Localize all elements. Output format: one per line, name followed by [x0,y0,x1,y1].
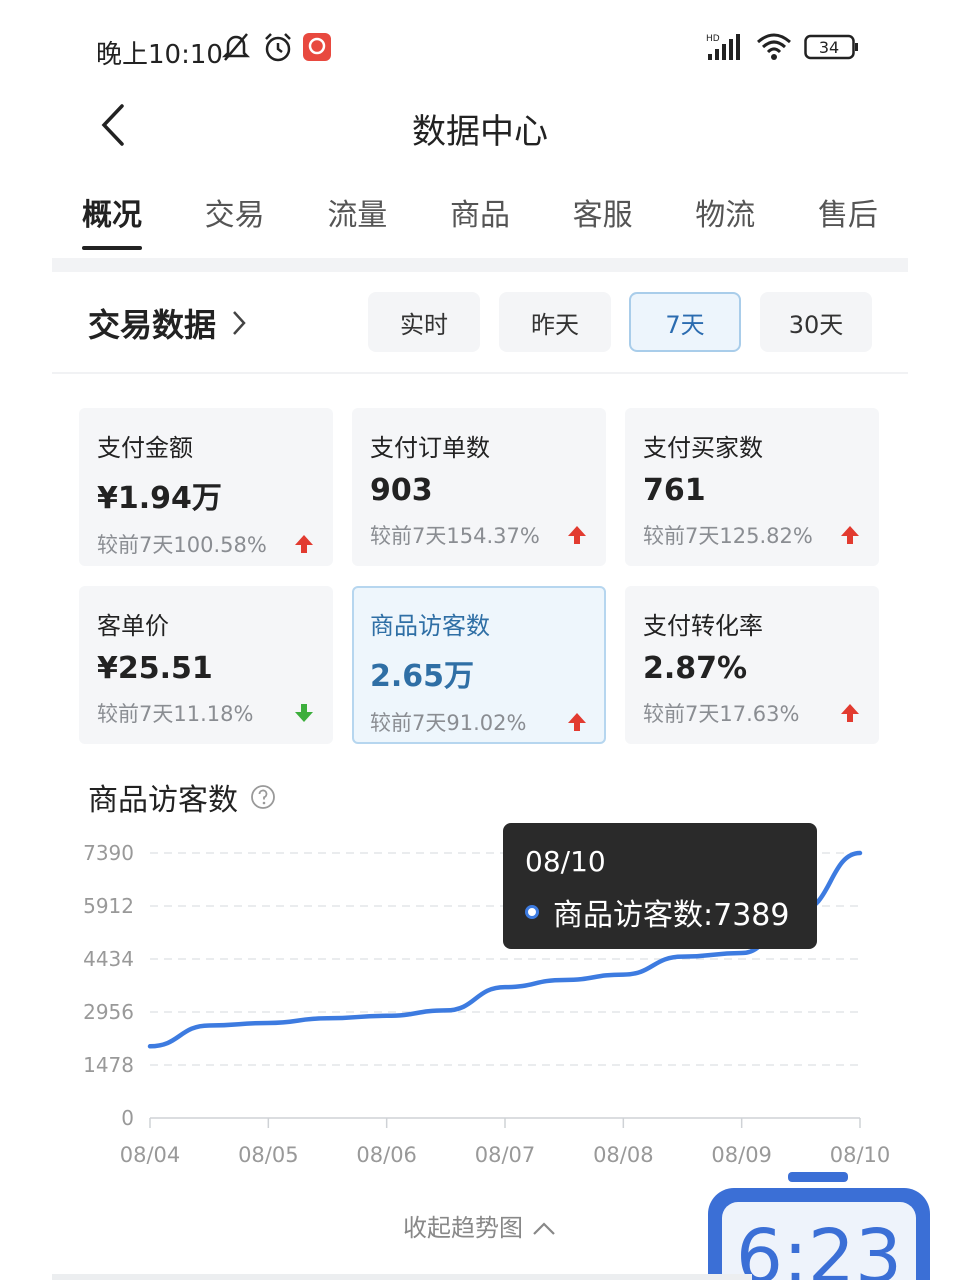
arrow-up-icon [295,535,313,553]
wifi-icon [756,30,792,64]
chart-title: 商品访客数 [88,775,276,819]
y-tick-label: 5912 [83,894,134,918]
x-tick-label: 08/09 [711,1143,772,1167]
divider [52,372,908,374]
metric-value: 2.65万 [370,659,475,694]
metric-label: 支付买家数 [643,434,763,462]
metric-label: 支付转化率 [643,612,763,640]
tab-traffic[interactable]: 流量 [327,190,387,250]
x-tick-label: 08/04 [120,1143,181,1167]
timer-widget[interactable]: 6:23 [700,1170,940,1280]
chart-title-text: 商品访客数 [88,783,238,818]
section-title: 交易数据 [88,306,217,344]
y-tick-label: 7390 [83,841,134,865]
y-tick-label: 4434 [83,947,134,971]
x-tick-label: 08/10 [830,1143,891,1167]
mute-bell-icon [222,30,250,64]
tab-bar: 概况 交易 流量 商品 客服 物流 售后 [52,190,908,260]
range-30days-button[interactable]: 30天 [760,292,872,352]
help-icon[interactable] [250,784,276,810]
arrow-up-icon [568,526,586,544]
tab-products[interactable]: 商品 [450,190,510,250]
metric-card-pay-buyers[interactable]: 支付买家数 761 较前7天125.82% [625,408,879,566]
tooltip-date: 08/10 [525,845,606,878]
alarm-icon [262,30,294,64]
tab-overview[interactable]: 概况 [82,190,142,250]
y-tick-label: 0 [121,1106,134,1130]
page-title: 数据中心 [412,112,548,152]
x-tick-label: 08/07 [475,1143,536,1167]
tab-after-sales[interactable]: 售后 [818,190,878,250]
y-tick-label: 2956 [83,1000,134,1024]
metric-label: 客单价 [97,612,169,640]
metric-compare: 较前7天91.02% [370,711,527,735]
metric-value: ¥1.94万 [97,481,222,516]
trade-data-link[interactable]: 交易数据 [88,300,248,346]
metric-card-product-visitors[interactable]: 商品访客数 2.65万较前7天91.02% [352,586,606,744]
series-dot-icon [525,905,539,919]
metric-value: 761 [643,473,706,508]
metric-compare: 较前7天154.37% [370,524,540,548]
metric-compare: 较前7天11.18% [97,702,254,726]
arrow-down-icon [295,704,313,722]
tab-trade[interactable]: 交易 [205,190,265,250]
x-tick-label: 08/05 [238,1143,299,1167]
tab-logistics[interactable]: 物流 [695,190,755,250]
tooltip-value: 商品访客数:7389 [553,898,790,933]
metric-value: ¥25.51 [97,651,213,686]
metric-card-avg-order-value[interactable]: 客单价 ¥25.51 较前7天11.18% [79,586,333,744]
metric-label: 支付订单数 [370,434,490,462]
range-yesterday-button[interactable]: 昨天 [499,292,611,352]
metric-compare: 较前7天125.82% [643,524,813,548]
section-separator [52,258,908,272]
metric-value: 2.87% [643,651,748,686]
status-time: 晚上10:10 [96,40,223,70]
chevron-up-icon [533,1222,555,1235]
x-tick-label: 08/06 [356,1143,417,1167]
signal-icon: HD [706,30,746,64]
battery-icon: 34 [804,30,860,64]
bottom-divider [52,1274,752,1280]
hd-label: HD [706,34,720,44]
battery-level: 34 [819,38,839,57]
arrow-up-icon [841,526,859,544]
metric-label: 支付金额 [97,434,193,462]
chevron-right-icon [233,311,246,335]
chart-tooltip: 08/10 商品访客数:7389 [503,823,817,949]
metric-card-pay-amount[interactable]: 支付金额 ¥1.94万较前7天100.58% [79,408,333,566]
metric-value: 903 [370,473,433,508]
collapse-label: 收起趋势图 [403,1214,523,1242]
range-7days-button[interactable]: 7天 [629,292,741,352]
x-tick-label: 08/08 [593,1143,654,1167]
timer-text: 6:23 [736,1214,902,1280]
y-tick-label: 1478 [83,1053,134,1077]
metric-card-pay-orders[interactable]: 支付订单数 903 较前7天154.37% [352,408,606,566]
metric-compare: 较前7天100.58% [97,533,267,557]
app-notification-icon [302,30,332,64]
metric-card-pay-conversion[interactable]: 支付转化率 2.87% 较前7天17.63% [625,586,879,744]
tab-customer-service[interactable]: 客服 [573,190,633,250]
metric-label: 商品访客数 [370,612,490,640]
arrow-up-icon [841,704,859,722]
arrow-up-icon [568,713,586,731]
range-realtime-button[interactable]: 实时 [368,292,480,352]
metric-compare: 较前7天17.63% [643,702,800,726]
status-bar: 晚上10:10 HD 34 [0,0,960,100]
